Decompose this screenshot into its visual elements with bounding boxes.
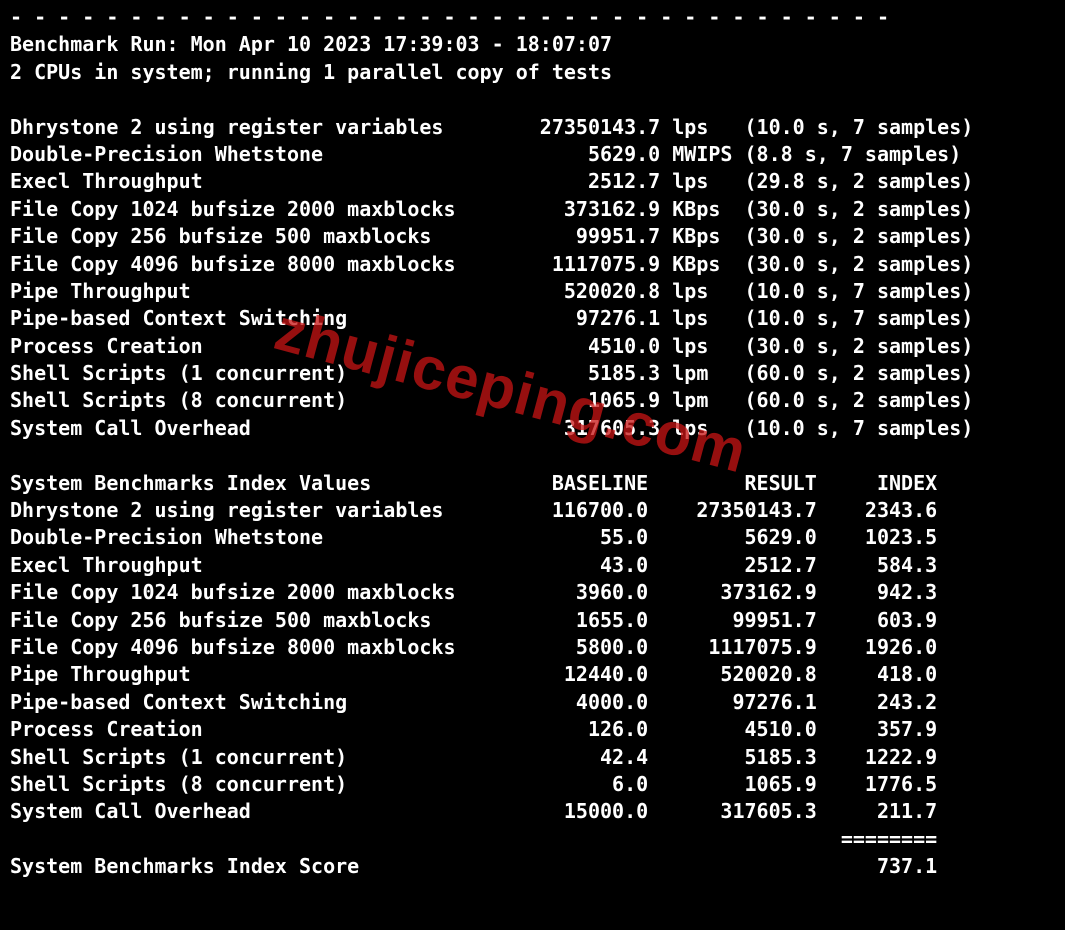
terminal-output: - - - - - - - - - - - - - - - - - - - - … — [0, 0, 1065, 891]
